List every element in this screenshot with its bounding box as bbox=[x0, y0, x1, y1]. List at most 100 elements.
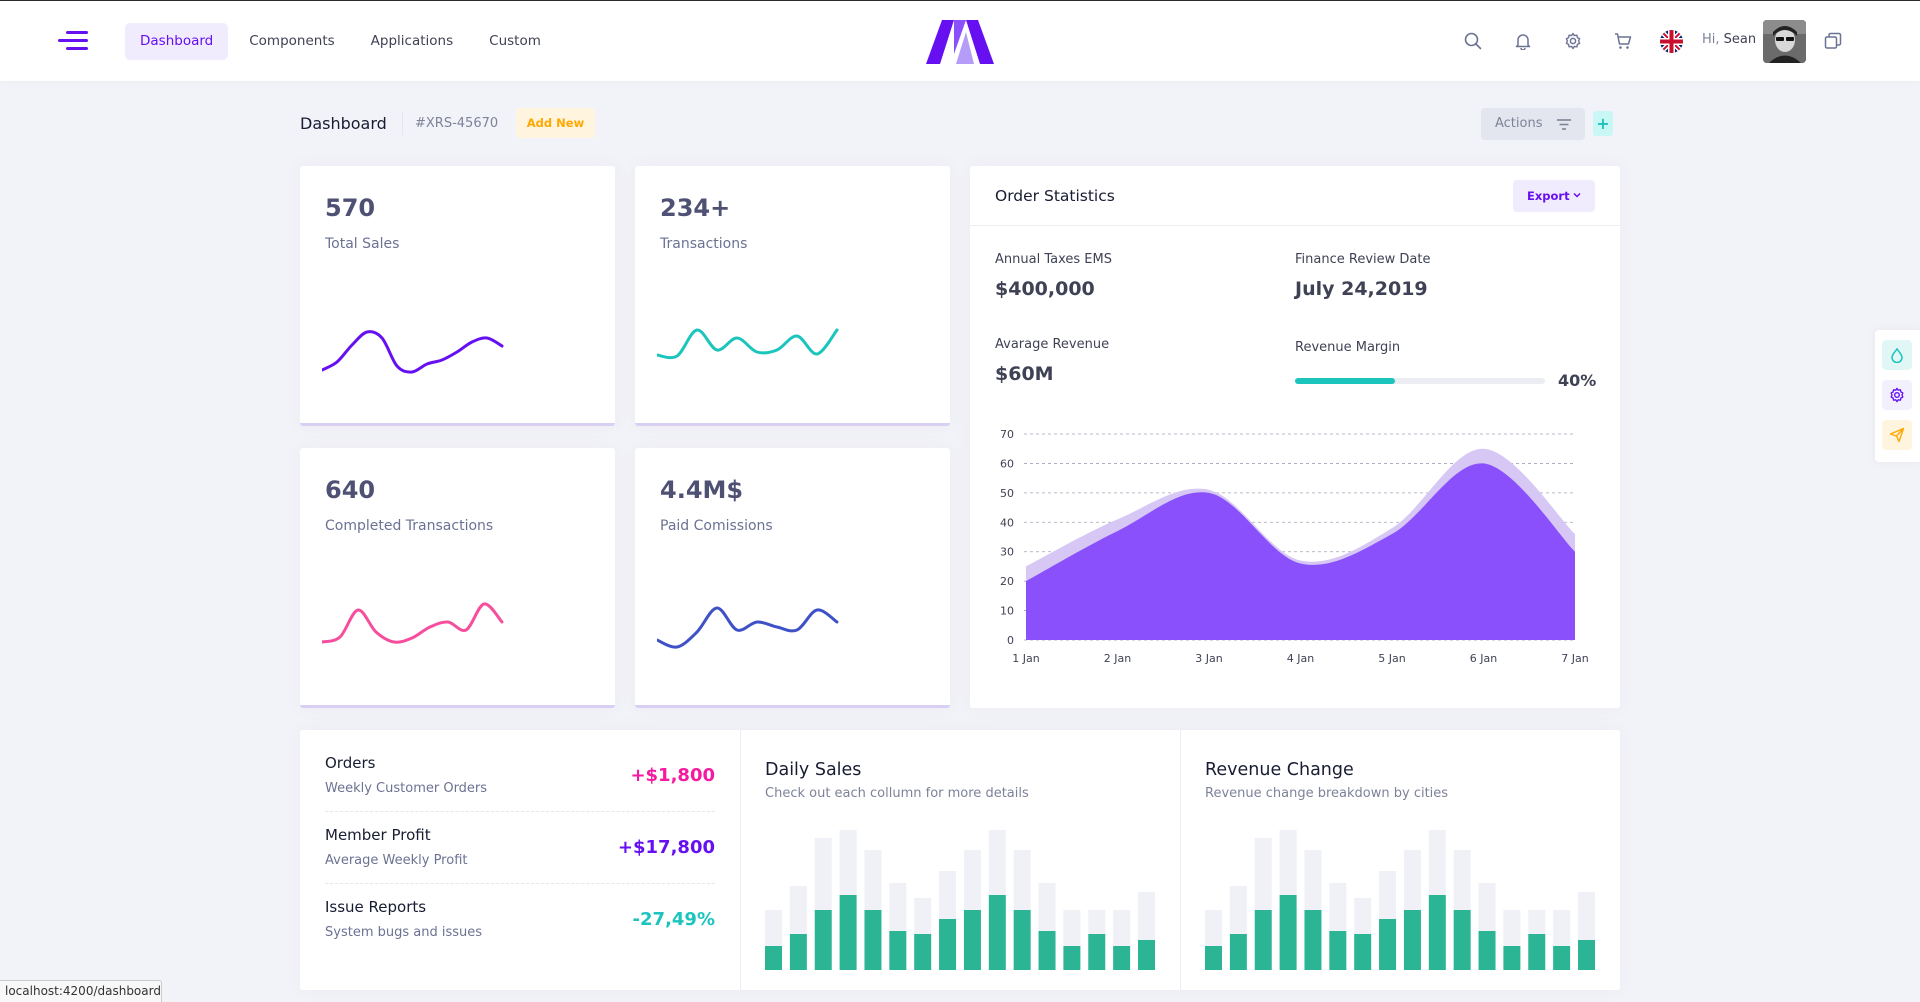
uk-flag-icon[interactable] bbox=[1660, 30, 1683, 53]
filter-icon bbox=[1557, 119, 1571, 130]
bar bbox=[765, 946, 782, 970]
bar-background bbox=[939, 871, 957, 919]
bar bbox=[1553, 946, 1571, 970]
list-item-amount: +$17,800 bbox=[617, 837, 715, 858]
bar-background bbox=[1553, 910, 1571, 946]
bar bbox=[864, 910, 882, 970]
bar-background bbox=[1304, 850, 1322, 910]
revenue-margin-label: Revenue Margin bbox=[1295, 340, 1401, 355]
bar-background bbox=[1403, 850, 1421, 910]
user-name: Sean bbox=[1723, 32, 1757, 47]
search-icon[interactable] bbox=[1453, 21, 1493, 61]
main-nav: Dashboard Components Applications Custom bbox=[125, 23, 556, 60]
bar-background bbox=[988, 830, 1006, 895]
bar bbox=[1329, 931, 1347, 970]
revenue-margin-percent: 40% bbox=[1558, 371, 1597, 390]
page-code: #XRS-45670 bbox=[415, 116, 499, 131]
panel-title: Revenue Change bbox=[1205, 760, 1354, 780]
annual-taxes-value: $400,000 bbox=[995, 278, 1095, 300]
actions-button[interactable]: Actions bbox=[1481, 108, 1585, 140]
nav-components[interactable]: Components bbox=[234, 23, 349, 60]
avatar[interactable] bbox=[1763, 20, 1806, 63]
page-title: Dashboard bbox=[300, 114, 387, 133]
bar-background bbox=[814, 838, 832, 910]
bar-background bbox=[765, 910, 782, 946]
stat-value: 640 bbox=[325, 476, 376, 504]
copy-icon[interactable] bbox=[1813, 21, 1853, 61]
plus-icon[interactable]: + bbox=[1593, 111, 1613, 136]
bar bbox=[1503, 946, 1521, 970]
nav-dashboard[interactable]: Dashboard bbox=[125, 23, 229, 60]
order-statistics-card: Order Statistics Export Annual Taxes EMS… bbox=[970, 166, 1620, 708]
bar bbox=[1088, 934, 1106, 970]
bar-background bbox=[864, 850, 882, 910]
bar bbox=[1403, 910, 1421, 970]
export-button[interactable]: Export bbox=[1513, 180, 1595, 212]
bar-background bbox=[1354, 898, 1372, 934]
x-tick-label: 5 Jan bbox=[1378, 652, 1405, 665]
stat-value: 234+ bbox=[660, 194, 731, 222]
y-tick-label: 0 bbox=[1007, 634, 1014, 647]
order-statistics-area-chart: 0 10 20 30 40 50 60 70 1 Jan 2 Jan 3 Jan 4 Jan 5 Jan… bbox=[1000, 428, 1589, 665]
sparkline-series bbox=[657, 606, 839, 649]
progress-fill bbox=[1295, 378, 1395, 384]
y-tick-label: 30 bbox=[1000, 546, 1014, 559]
divider bbox=[325, 883, 715, 884]
bar bbox=[1205, 946, 1222, 970]
x-tick-label: 6 Jan bbox=[1470, 652, 1497, 665]
bar bbox=[1354, 934, 1372, 970]
revenue-change-bar-chart bbox=[1205, 830, 1595, 970]
bar bbox=[1304, 910, 1322, 970]
y-tick-label: 50 bbox=[1000, 487, 1014, 500]
bar-background bbox=[1503, 910, 1521, 946]
panel-subtitle: Check out each collumn for more details bbox=[765, 786, 1029, 801]
bar-background bbox=[1088, 910, 1106, 934]
finance-review-value: July 24,2019 bbox=[1295, 278, 1428, 300]
bar bbox=[1279, 895, 1297, 970]
cart-icon[interactable] bbox=[1603, 21, 1643, 61]
add-new-button[interactable]: Add New bbox=[516, 108, 595, 138]
user-greeting[interactable]: Hi, Sean bbox=[1702, 32, 1756, 47]
gear-icon[interactable] bbox=[1882, 380, 1912, 410]
bar bbox=[1578, 940, 1595, 970]
bar-background bbox=[963, 850, 981, 910]
bar-background bbox=[914, 898, 932, 934]
send-icon[interactable] bbox=[1882, 420, 1912, 450]
bar bbox=[1254, 910, 1272, 970]
bar-background bbox=[1453, 850, 1471, 910]
stat-label: Completed Transactions bbox=[325, 518, 494, 534]
sparkline-chart bbox=[657, 606, 839, 649]
bar bbox=[1113, 946, 1131, 970]
brand-logo[interactable] bbox=[926, 20, 994, 64]
bell-icon[interactable] bbox=[1503, 21, 1543, 61]
revenue-margin-progress bbox=[1295, 378, 1545, 384]
chevron-down-icon bbox=[1573, 192, 1581, 198]
browser-status-bar: localhost:4200/dashboard bbox=[0, 980, 162, 1002]
gear-icon[interactable] bbox=[1553, 21, 1593, 61]
bar-background bbox=[1578, 892, 1595, 940]
bar-background bbox=[1329, 883, 1347, 931]
bar bbox=[914, 934, 932, 970]
subheader-divider bbox=[402, 111, 403, 135]
bar-background bbox=[889, 883, 907, 931]
sparkline-series bbox=[657, 328, 839, 360]
x-tick-label: 3 Jan bbox=[1195, 652, 1222, 665]
bar bbox=[1229, 934, 1247, 970]
bar-background bbox=[1379, 871, 1397, 919]
sparkline-chart bbox=[657, 328, 839, 360]
nav-applications[interactable]: Applications bbox=[356, 23, 468, 60]
nav-custom[interactable]: Custom bbox=[474, 23, 556, 60]
greeting-hi: Hi, bbox=[1702, 32, 1720, 47]
stat-card-paid-commissions: 4.4M$ Paid Comissions bbox=[635, 448, 950, 708]
menu-icon[interactable] bbox=[58, 29, 88, 53]
bar-background bbox=[1138, 892, 1155, 940]
panel-title: Daily Sales bbox=[765, 760, 862, 780]
bar bbox=[889, 931, 907, 970]
avg-revenue-label: Avarage Revenue bbox=[995, 337, 1110, 352]
y-tick-label: 10 bbox=[1000, 605, 1014, 618]
list-item-amount: -27,49% bbox=[632, 909, 715, 930]
drop-icon[interactable] bbox=[1882, 340, 1912, 370]
y-tick-label: 40 bbox=[1000, 516, 1014, 529]
bar bbox=[814, 910, 832, 970]
bar-background bbox=[1229, 886, 1247, 934]
